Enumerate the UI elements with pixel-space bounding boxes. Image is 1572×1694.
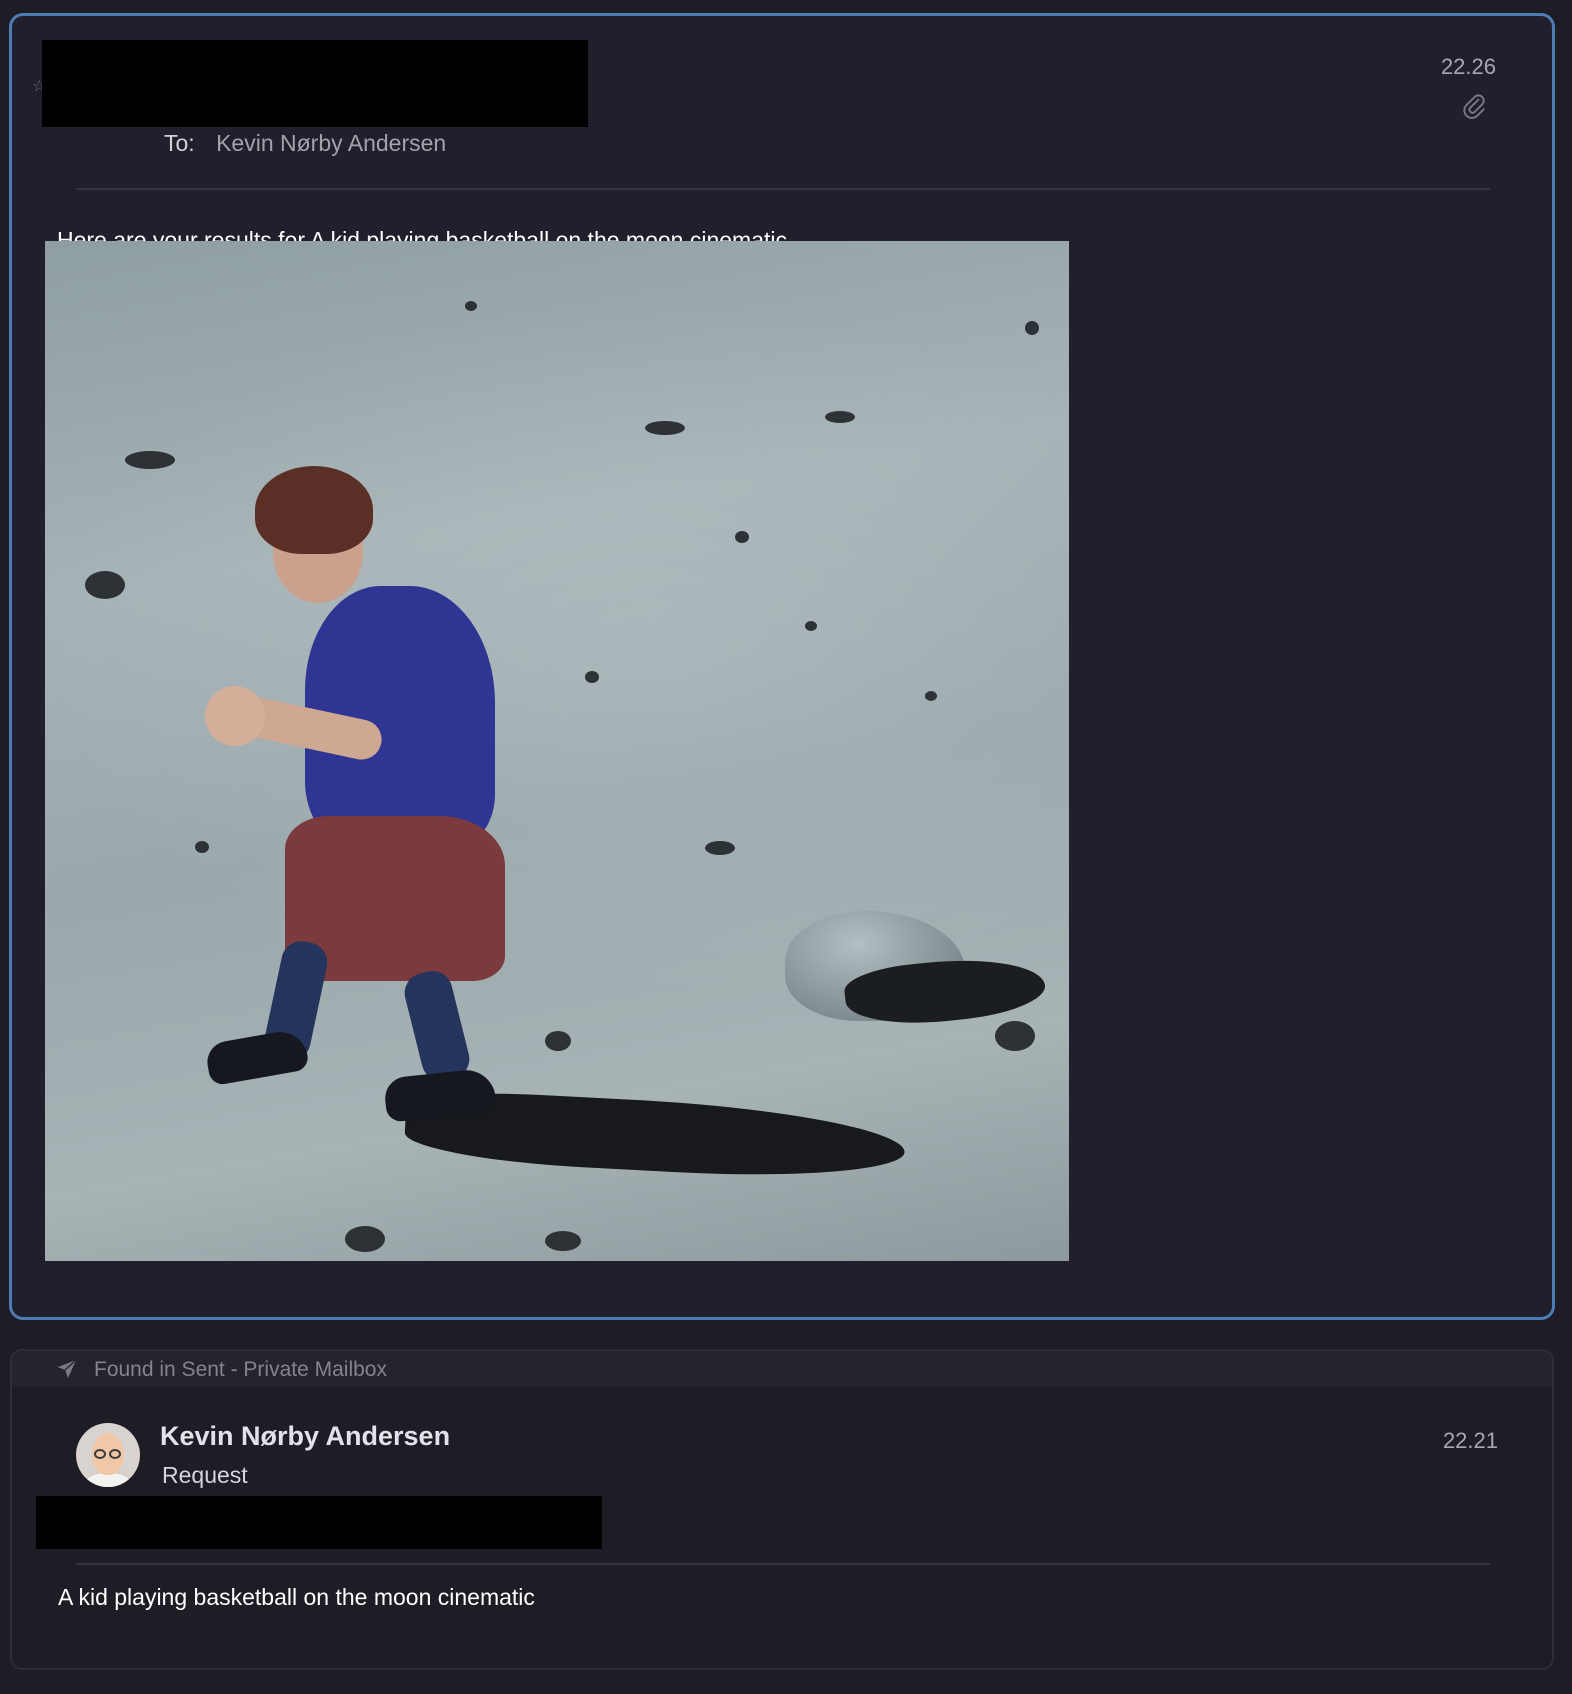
header-divider — [76, 188, 1490, 190]
paper-plane-icon — [57, 1359, 77, 1379]
recipient-name[interactable]: Kevin Nørby Andersen — [216, 130, 446, 156]
crater — [85, 571, 125, 599]
crater — [705, 841, 735, 855]
crater — [465, 301, 477, 311]
paperclip-icon — [1463, 94, 1485, 119]
crater — [125, 451, 175, 469]
crater — [195, 841, 209, 853]
kid-hair — [255, 466, 373, 554]
message-body-text: A kid playing basketball on the moon cin… — [58, 1584, 535, 1610]
recipient-row: To: Kevin Nørby Andersen — [164, 130, 446, 157]
redacted-address-block — [36, 1496, 602, 1549]
crater — [805, 621, 817, 631]
message-subject: Request — [162, 1462, 248, 1488]
crater — [545, 1031, 571, 1051]
crater — [825, 411, 855, 423]
crater — [545, 1231, 581, 1251]
generated-image-kid-on-moon[interactable] — [45, 241, 1069, 1261]
crater — [1025, 321, 1039, 335]
crater — [585, 671, 599, 683]
found-in-bar: Found in Sent - Private Mailbox — [12, 1351, 1552, 1387]
related-message-card[interactable]: Found in Sent - Private Mailbox Kevin Nø… — [10, 1349, 1554, 1670]
crater — [345, 1226, 385, 1252]
sender-name[interactable]: Kevin Nørby Andersen — [160, 1421, 450, 1452]
crater — [925, 691, 937, 701]
found-in-label: Found in Sent - Private Mailbox — [94, 1358, 387, 1381]
crater — [995, 1021, 1035, 1051]
redacted-sender-block — [42, 40, 588, 127]
sender-avatar — [76, 1423, 140, 1487]
to-label: To: — [164, 130, 195, 156]
message-time: 22.26 — [1440, 54, 1496, 79]
message-time: 22.21 — [1442, 1428, 1498, 1453]
crater — [645, 421, 685, 435]
kid-shoe — [204, 1027, 310, 1087]
kid-leg — [400, 966, 474, 1086]
kid-hand — [205, 686, 265, 746]
header-divider — [76, 1563, 1490, 1565]
crater — [735, 531, 749, 543]
